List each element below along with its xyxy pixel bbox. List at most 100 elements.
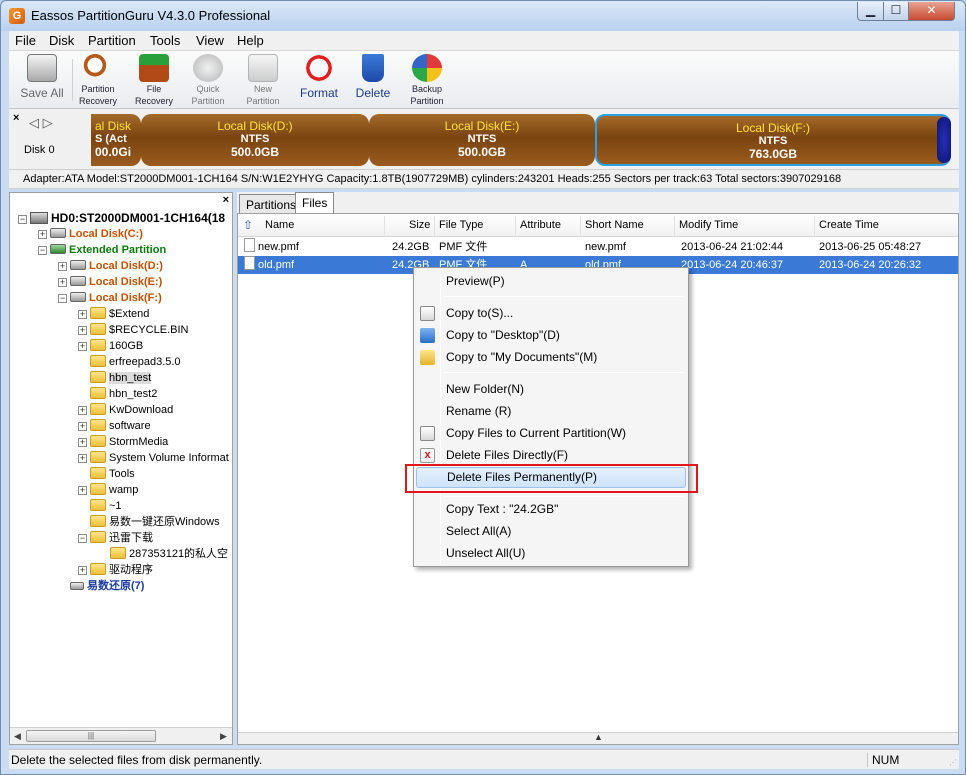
scroll-left-icon[interactable]: ◀ bbox=[14, 731, 21, 742]
menu-select-all[interactable]: Select All(A) bbox=[416, 521, 686, 542]
file-list-splitter[interactable]: ▲ bbox=[238, 732, 958, 744]
tree-folder[interactable]: + wamp bbox=[78, 482, 138, 498]
tree-item-restore[interactable]: 易数还原(7) bbox=[70, 578, 144, 594]
tree-item-local-d[interactable]: + Local Disk(D:) bbox=[58, 258, 163, 274]
column-create-time[interactable]: Create Time bbox=[819, 219, 879, 231]
quick-partition-button[interactable]: Quick Partition bbox=[187, 54, 229, 106]
expand-icon[interactable]: + bbox=[78, 566, 87, 575]
menu-help[interactable]: Help bbox=[237, 33, 264, 48]
menu-copy-current-partition[interactable]: Copy Files to Current Partition(W) bbox=[416, 423, 686, 444]
title-bar[interactable]: G Eassos PartitionGuru V4.3.0 Profession… bbox=[1, 1, 965, 31]
folder-icon bbox=[90, 499, 106, 511]
partition-f-bar[interactable]: Local Disk(F:) NTFS 763.0GB bbox=[595, 114, 951, 166]
partition-d-bar[interactable]: Local Disk(D:) NTFS 500.0GB bbox=[141, 114, 369, 166]
column-separator bbox=[515, 216, 516, 235]
column-modify-time[interactable]: Modify Time bbox=[679, 219, 738, 231]
close-icon[interactable]: × bbox=[13, 112, 19, 124]
format-button[interactable]: Format bbox=[297, 54, 341, 106]
folder-icon bbox=[90, 355, 106, 367]
tree-folder[interactable]: − 迅雷下载 bbox=[78, 530, 153, 546]
tree-folder[interactable]: + software bbox=[78, 418, 151, 434]
splitter-up-icon[interactable]: ▲ bbox=[594, 732, 603, 742]
tree-folder-selected[interactable]: hbn_test bbox=[78, 370, 152, 386]
menu-partition[interactable]: Partition bbox=[88, 33, 136, 48]
collapse-icon[interactable]: − bbox=[38, 246, 47, 255]
tree-folder[interactable]: + System Volume Informat bbox=[78, 450, 229, 466]
tree-item-local-c[interactable]: + Local Disk(C:) bbox=[38, 226, 143, 242]
tree-folder[interactable]: + $Extend bbox=[78, 306, 149, 322]
expand-icon[interactable]: + bbox=[78, 454, 87, 463]
tree-folder[interactable]: + KwDownload bbox=[78, 402, 173, 418]
collapse-icon[interactable]: − bbox=[78, 534, 87, 543]
collapse-icon[interactable]: − bbox=[58, 294, 67, 303]
tree-item-hd0[interactable]: − HD0:ST2000DM001-1CH164(18 bbox=[18, 210, 225, 226]
column-short-name[interactable]: Short Name bbox=[585, 219, 644, 231]
tree-folder[interactable]: Tools bbox=[78, 466, 135, 482]
tree-folder[interactable]: +160GB bbox=[78, 338, 143, 354]
menu-copy-documents[interactable]: Copy to "My Documents"(M) bbox=[416, 347, 686, 368]
expand-icon[interactable]: + bbox=[58, 262, 67, 271]
menu-new-folder[interactable]: New Folder(N) bbox=[416, 379, 686, 400]
menu-rename[interactable]: Rename (R) bbox=[416, 401, 686, 422]
resize-grip-icon[interactable]: ⋰ bbox=[949, 758, 957, 767]
menu-view[interactable]: View bbox=[196, 33, 224, 48]
tree-item-local-f[interactable]: − Local Disk(F:) bbox=[58, 290, 162, 306]
new-partition-icon bbox=[248, 54, 278, 82]
expand-icon[interactable]: + bbox=[78, 486, 87, 495]
maximize-button[interactable]: ☐ bbox=[883, 2, 909, 21]
file-row[interactable]: new.pmf 24.2GB PMF 文件 new.pmf 2013-06-24… bbox=[238, 238, 958, 256]
menu-disk[interactable]: Disk bbox=[49, 33, 74, 48]
delete-button[interactable]: Delete bbox=[352, 54, 394, 106]
menu-copy-to[interactable]: Copy to(S)... bbox=[416, 303, 686, 324]
menu-preview[interactable]: Preview(P) bbox=[416, 271, 686, 292]
tree-folder[interactable]: 287353121的私人空 bbox=[98, 546, 228, 562]
partition-recovery-button[interactable]: Partition Recovery bbox=[77, 54, 119, 106]
scroll-right-icon[interactable]: ▶ bbox=[220, 731, 227, 742]
expand-icon[interactable]: + bbox=[78, 326, 87, 335]
status-text: Delete the selected files from disk perm… bbox=[11, 753, 263, 767]
expand-icon[interactable]: + bbox=[78, 438, 87, 447]
backup-icon bbox=[412, 54, 442, 82]
collapse-icon[interactable]: − bbox=[18, 215, 27, 224]
partition-c-bar[interactable]: al Disk S (Act 00.0Gi bbox=[91, 114, 141, 166]
save-all-button[interactable]: Save All bbox=[17, 54, 67, 106]
tree-close-icon[interactable]: × bbox=[223, 194, 229, 206]
expand-icon[interactable]: + bbox=[58, 278, 67, 287]
expand-icon[interactable]: + bbox=[78, 406, 87, 415]
tree-folder[interactable]: ~1 bbox=[78, 498, 122, 514]
tree-folder[interactable]: + StormMedia bbox=[78, 434, 168, 450]
minimize-button[interactable]: ▁ bbox=[857, 2, 884, 21]
tree-folder[interactable]: 易数一键还原Windows bbox=[78, 514, 220, 530]
tree-folder[interactable]: hbn_test2 bbox=[78, 386, 157, 402]
tree-folder[interactable]: erfreepad3.5.0 bbox=[78, 354, 181, 370]
tree-horizontal-scrollbar[interactable]: ◀ ||| ▶ bbox=[10, 727, 232, 744]
menu-tools[interactable]: Tools bbox=[150, 33, 180, 48]
up-folder-icon[interactable]: ⇧ bbox=[243, 218, 253, 232]
file-recovery-button[interactable]: File Recovery bbox=[131, 54, 177, 106]
expand-icon[interactable]: + bbox=[78, 310, 87, 319]
close-button[interactable]: ✕ bbox=[908, 2, 955, 21]
scrollbar-thumb[interactable]: ||| bbox=[26, 730, 156, 742]
new-partition-button[interactable]: New Partition bbox=[242, 54, 284, 106]
backup-partition-button[interactable]: Backup Partition bbox=[405, 54, 449, 106]
expand-icon[interactable]: + bbox=[78, 342, 87, 351]
column-attribute[interactable]: Attribute bbox=[520, 219, 561, 231]
tab-files[interactable]: Files bbox=[295, 192, 335, 214]
tree-folder[interactable]: + 驱动程序 bbox=[78, 562, 153, 578]
partition-e-bar[interactable]: Local Disk(E:) NTFS 500.0GB bbox=[369, 114, 595, 166]
menu-copy-text[interactable]: Copy Text : "24.2GB" bbox=[416, 499, 686, 520]
column-name[interactable]: Name bbox=[265, 219, 294, 231]
menu-delete-directly[interactable]: x Delete Files Directly(F) bbox=[416, 445, 686, 466]
menu-file[interactable]: File bbox=[15, 33, 36, 48]
expand-icon[interactable]: + bbox=[78, 422, 87, 431]
menu-copy-desktop[interactable]: Copy to "Desktop"(D) bbox=[416, 325, 686, 346]
tree-folder[interactable]: + $RECYCLE.BIN bbox=[78, 322, 188, 338]
tree-item-extended[interactable]: − Extended Partition bbox=[38, 242, 166, 258]
menu-unselect-all[interactable]: Unselect All(U) bbox=[416, 543, 686, 564]
column-file-type[interactable]: File Type bbox=[439, 219, 483, 231]
tab-partitions[interactable]: Partitions bbox=[239, 194, 304, 214]
tree-item-local-e[interactable]: + Local Disk(E:) bbox=[58, 274, 162, 290]
disk-navigation-arrows[interactable]: ◁ ▷ bbox=[29, 115, 53, 131]
column-size[interactable]: Size bbox=[409, 219, 430, 231]
expand-icon[interactable]: + bbox=[38, 230, 47, 239]
